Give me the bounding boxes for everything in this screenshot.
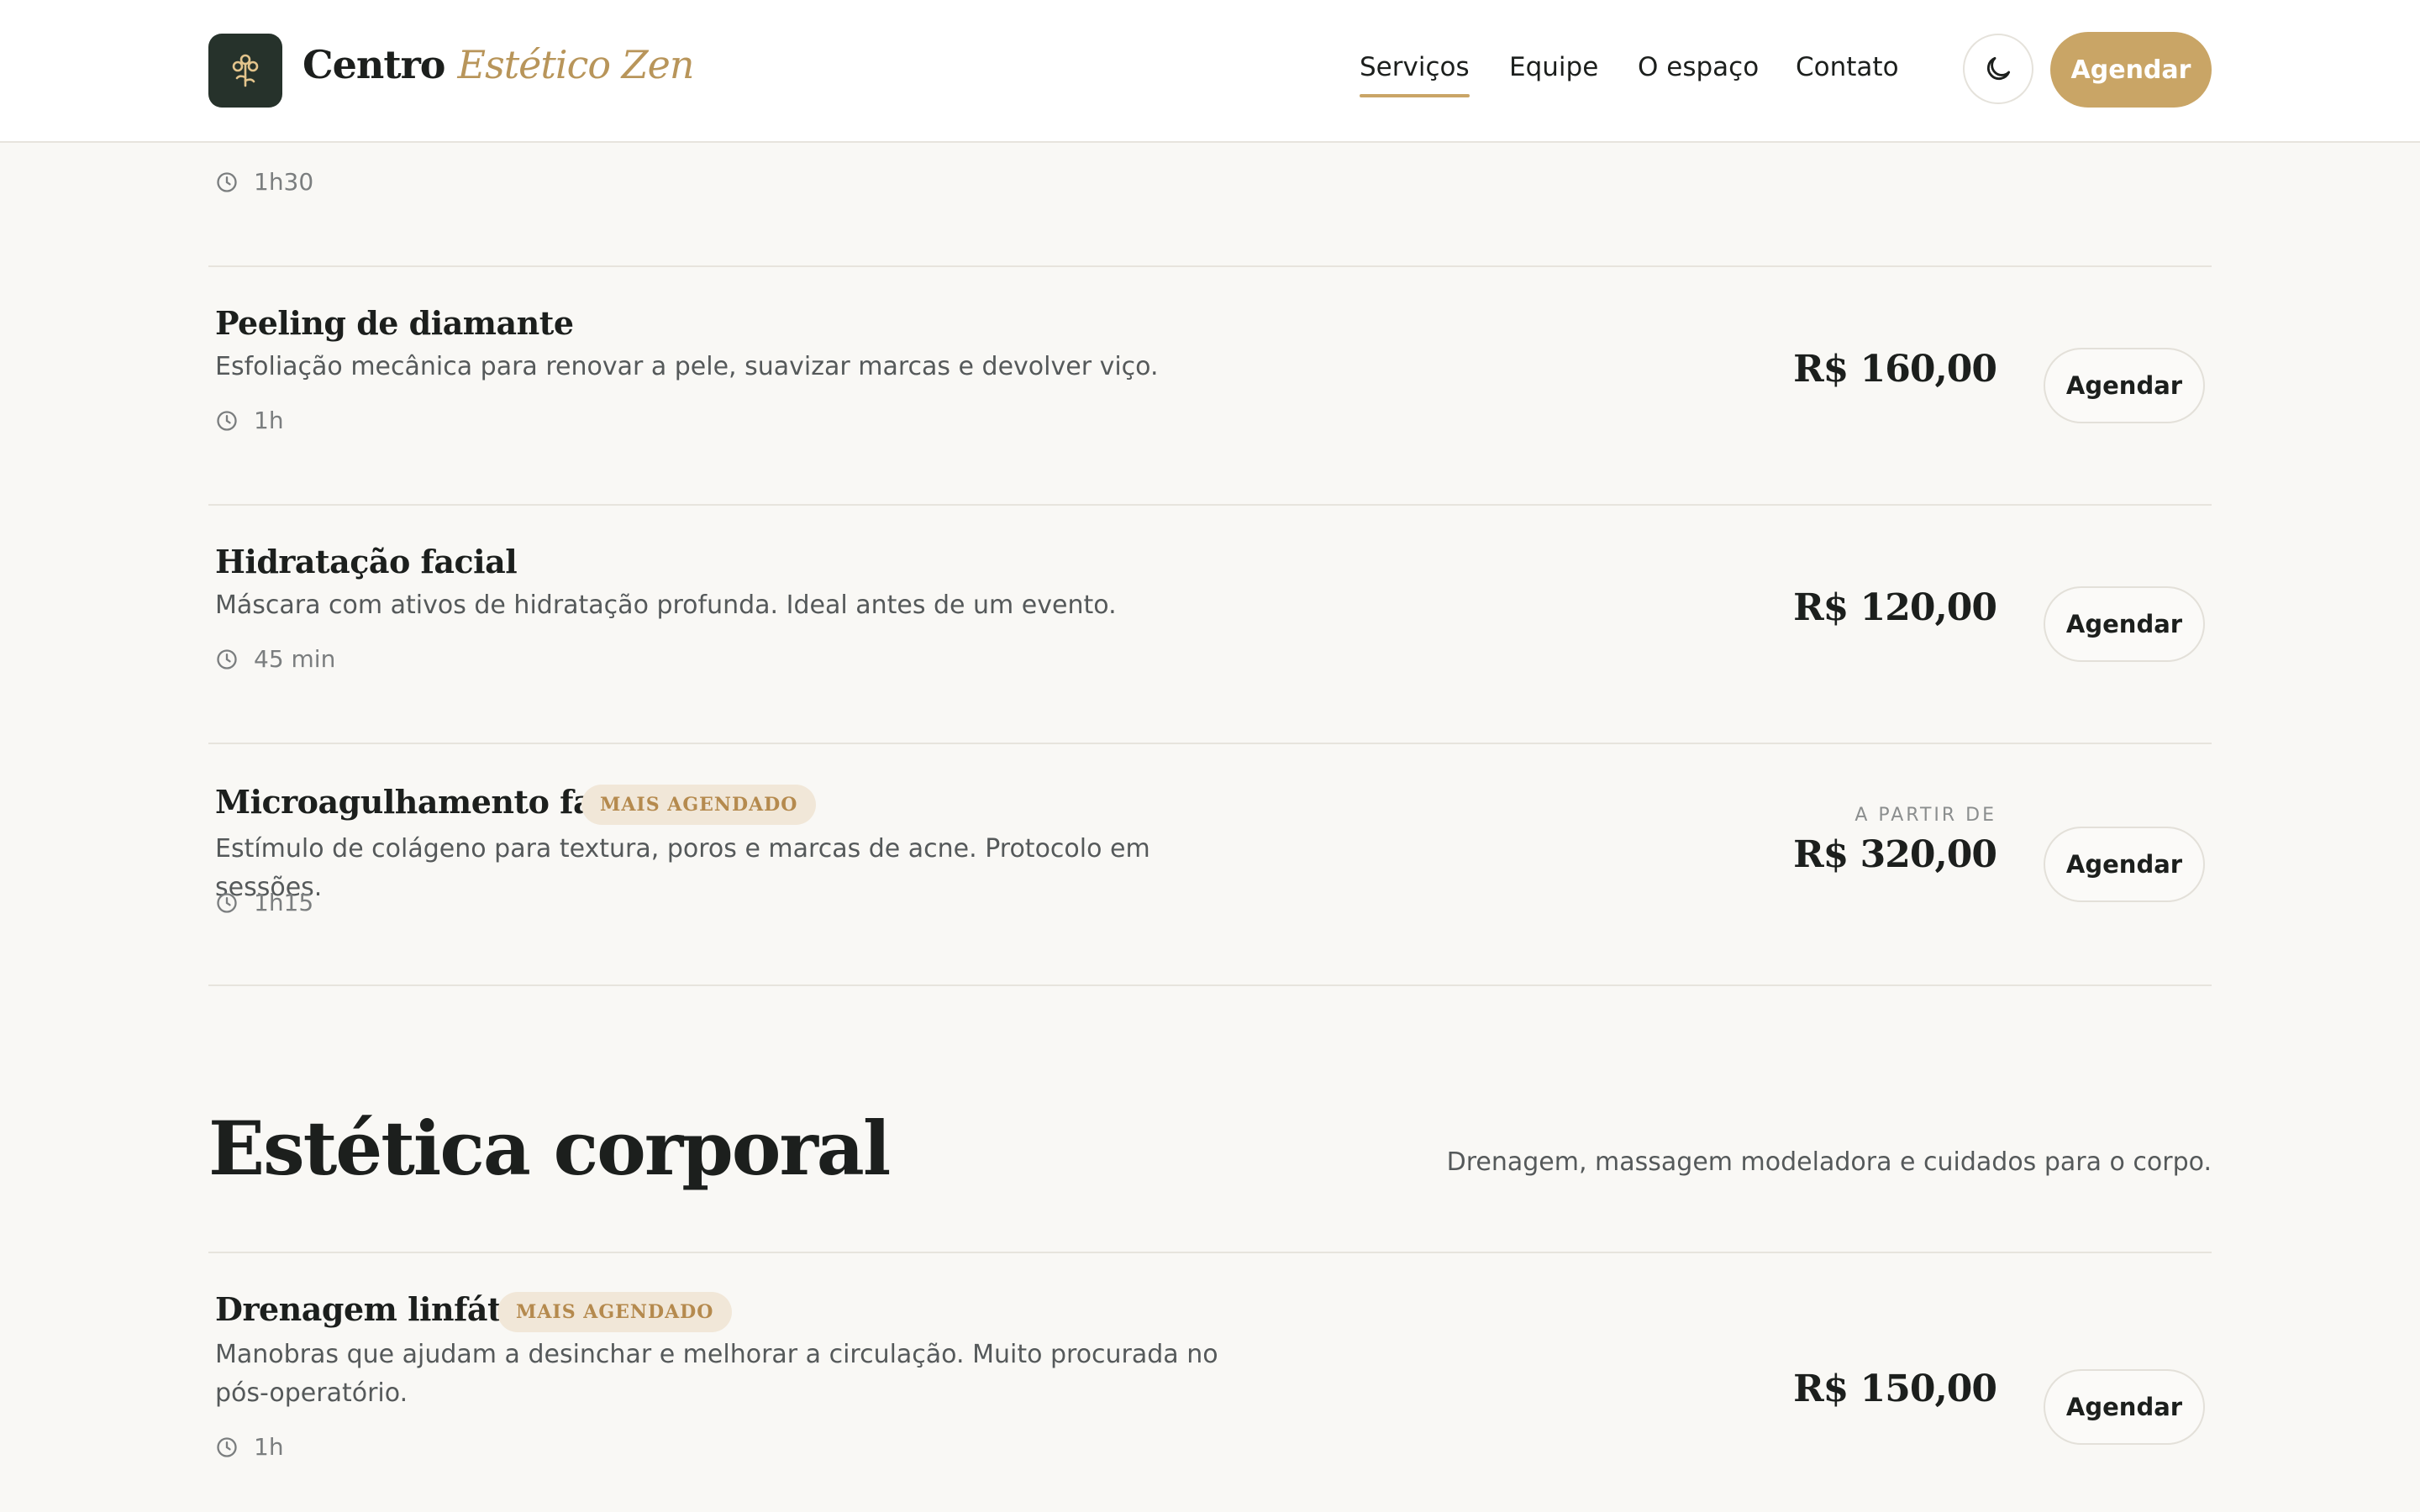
brand-main: Centro [302,42,445,87]
theme-toggle-button[interactable] [1963,34,2033,104]
clock-icon [217,648,237,669]
service-name: Hidratação facial [215,543,518,580]
moon-icon [1986,56,2011,81]
service-description: Esfoliação mecânica para renovar a pele,… [215,352,1159,381]
service-duration: 45 min [215,645,335,673]
clock-icon [217,1436,237,1457]
service-row-drenagem: Drenagem linfática MAIS AGENDADO Manobra… [208,1253,2212,1512]
book-service-button[interactable]: Agendar [2044,827,2205,902]
price-prefix: A PARTIR DE [1854,805,1996,826]
brand-name[interactable]: Centro Estético Zen [302,42,694,87]
popular-badge: MAIS AGENDADO [497,1292,733,1332]
clock-icon [217,171,237,192]
nav-equipe[interactable]: Equipe [1509,52,1598,82]
service-price: R$ 320,00 [1793,833,1997,876]
service-duration: 1h [215,1433,284,1461]
service-row-hidratacao: Hidratação facial Máscara com ativos de … [208,506,2212,743]
clock-icon [217,892,237,913]
service-name: Peeling de diamante [215,304,574,342]
header-book-button[interactable]: Agendar [2050,32,2212,108]
service-price: R$ 160,00 [1793,348,1997,391]
service-row-peeling: Peeling de diamante Esfoliação mecânica … [208,267,2212,504]
book-service-button[interactable]: Agendar [2044,348,2205,423]
flower-icon [232,54,259,87]
brand-accent: Estético Zen [457,42,695,87]
book-service-button[interactable]: Agendar [2044,586,2205,662]
section-subtitle: Drenagem, massagem modeladora e cuidados… [1446,1147,2212,1177]
clock-icon [217,410,237,431]
nav-contato[interactable]: Contato [1796,52,1899,82]
service-description: Máscara com ativos de hidratação profund… [215,591,1117,620]
service-duration: 1h15 [215,889,313,916]
section-title: Estética corporal [208,1105,891,1192]
service-description: Estímulo de colágeno para textura, poros… [215,834,1150,902]
nav-servicos[interactable]: Serviços [1360,52,1470,97]
service-price: R$ 150,00 [1793,1368,1997,1410]
popular-badge: MAIS AGENDADO [581,785,817,825]
row-divider [208,984,2212,986]
logo[interactable] [208,34,282,108]
service-price: R$ 120,00 [1793,586,1997,629]
service-description: Manobras que ajudam a desinchar e melhor… [215,1340,1218,1408]
service-duration: 1h [215,407,284,434]
nav-o-espaco[interactable]: O espaço [1638,52,1759,82]
site-header: Centro Estético Zen Serviços Equipe O es… [0,0,2420,143]
book-service-button[interactable]: Agendar [2044,1369,2205,1445]
partial-service-duration: 1h30 [215,168,313,196]
service-row-microagulhamento: Microagulhamento facial MAIS AGENDADO Es… [208,744,2212,984]
